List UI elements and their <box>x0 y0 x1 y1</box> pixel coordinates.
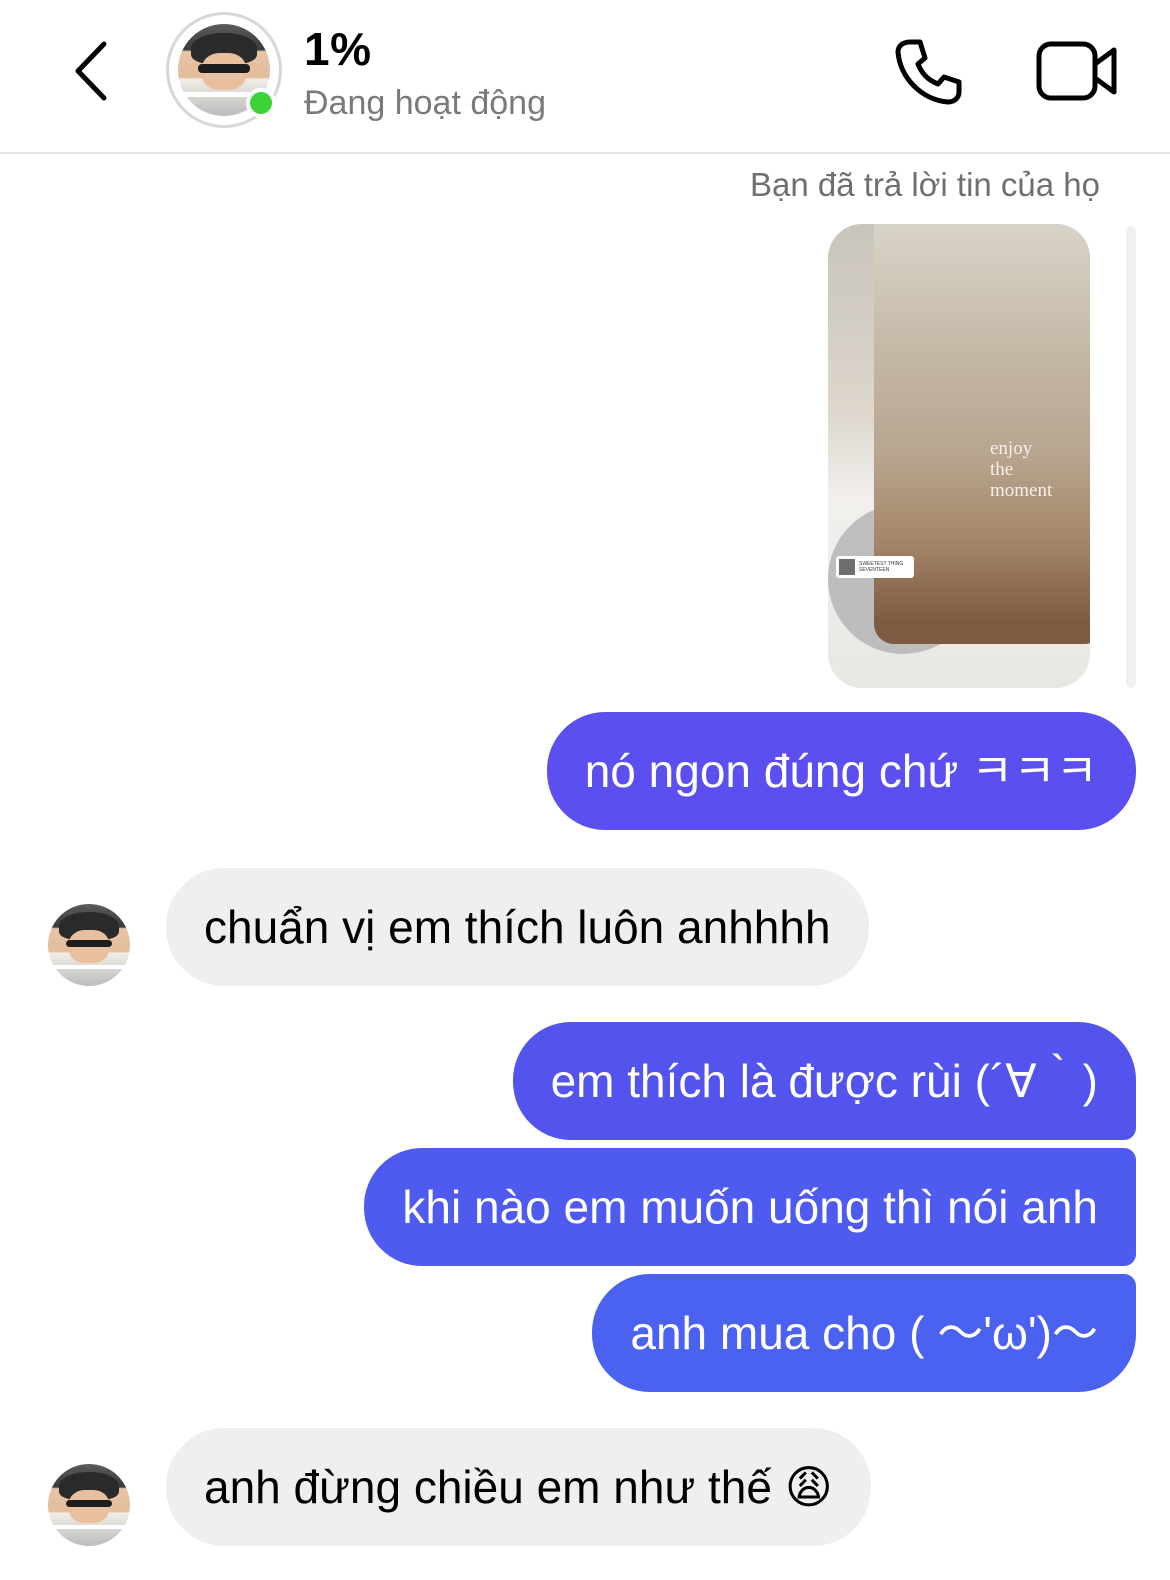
message-text: nó ngon đúng chứ ㅋㅋㅋ <box>584 745 1098 797</box>
cup-caption: enjoy the moment <box>990 438 1053 501</box>
message-text: em thích là được rùi (´∀｀) <box>550 1055 1098 1107</box>
chevron-left-icon[interactable] <box>60 36 130 106</box>
message-bubble-outgoing[interactable]: nó ngon đúng chứ ㅋㅋㅋ <box>546 712 1136 830</box>
message-bubble-outgoing[interactable]: khi nào em muốn uống thì nói anh <box>364 1148 1136 1266</box>
activity-status: Đang hoạt động <box>304 84 546 122</box>
avatar[interactable] <box>48 904 130 986</box>
phone-icon[interactable] <box>888 32 968 112</box>
message-text: khi nào em muốn uống thì nói anh <box>402 1181 1098 1233</box>
scrollbar[interactable] <box>1126 226 1136 688</box>
avatar[interactable] <box>48 1464 130 1546</box>
iced-coffee-cup <box>874 224 1090 644</box>
message-text: anh đừng chiều em như thế 😩 <box>204 1461 833 1513</box>
message-text: anh mua cho ( ～'ω')～ <box>630 1307 1098 1359</box>
message-text: chuẩn vị em thích luôn anhhhh <box>204 901 831 953</box>
contact-name[interactable]: 1% <box>304 22 371 76</box>
story-preview-image[interactable]: enjoy the moment SWEETEST THING SEVENTEE… <box>828 224 1090 688</box>
music-sticker[interactable]: SWEETEST THING SEVENTEEN <box>836 556 914 578</box>
album-cover <box>839 559 855 575</box>
chat-header: 1% Đang hoạt động <box>0 0 1170 154</box>
message-bubble-outgoing[interactable]: anh mua cho ( ～'ω')～ <box>592 1274 1136 1392</box>
video-camera-icon[interactable] <box>1034 36 1120 106</box>
music-artist: SEVENTEEN <box>859 567 890 573</box>
message-bubble-incoming[interactable]: chuẩn vị em thích luôn anhhhh <box>166 868 869 986</box>
message-bubble-incoming[interactable]: anh đừng chiều em như thế 😩 <box>166 1428 871 1546</box>
story-reply-note: Bạn đã trả lời tin của họ <box>749 166 1100 203</box>
online-indicator <box>246 88 276 118</box>
message-bubble-outgoing[interactable]: em thích là được rùi (´∀｀) <box>512 1022 1136 1140</box>
